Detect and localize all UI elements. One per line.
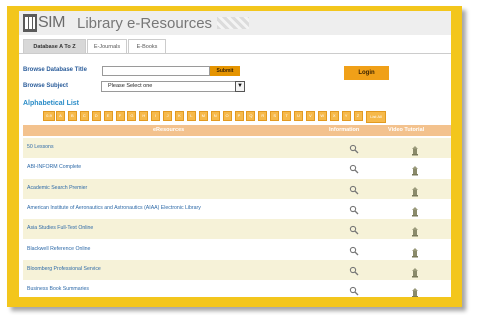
alphabet-letter-w[interactable]: W [317,111,327,121]
resource-link[interactable]: 50 Lessons [27,144,54,150]
alphabet-letter-q[interactable]: Q [246,111,256,121]
resource-link[interactable]: Academic Search Premier [27,185,87,191]
table-row: Business Book Summaries [23,280,451,297]
magnifier-icon[interactable] [349,161,359,174]
alphabetical-list-heading: Alphabetical List [23,100,80,107]
alphabet-letter-k[interactable]: K [175,111,184,121]
video-tutorial-icon[interactable] [411,204,419,217]
browse-subject-label: Browse Subject [23,83,69,89]
header-video-tutorial: Video Tutorial [388,127,425,133]
sim-logo-icon [23,14,37,32]
magnifier-icon[interactable] [349,243,359,255]
alphabet-letter-x[interactable]: X [329,111,339,121]
alphabet-letter-r[interactable]: R [258,111,268,121]
browse-title-input[interactable] [102,66,210,76]
resource-link[interactable]: Bloomberg Professional Service [27,266,101,272]
table-row: Bloomberg Professional Service [23,259,451,280]
alphabet-letter-u[interactable]: U [294,111,303,121]
alphabet-letter-e[interactable]: E [103,111,113,121]
resource-link[interactable]: Asia Studies Full-Text Online [27,225,93,231]
magnifier-icon[interactable] [349,283,359,296]
alphabet-letter-g[interactable]: G [127,111,137,121]
video-tutorial-icon[interactable] [411,163,419,176]
alphabet-letter-s[interactable]: S [270,111,280,121]
magnifier-icon[interactable] [349,141,359,154]
library-panel: SIM Library e-Resources Database A To Z … [19,11,451,297]
tab-divider [19,53,451,54]
resource-link[interactable]: Business Book Summaries [27,286,89,292]
table-row: Asia Studies Full-Text Online [23,219,451,240]
table-row: 50 Lessons [23,138,451,158]
magnifier-icon[interactable] [349,263,359,276]
alphabet-letter-n[interactable]: N [210,111,220,121]
alphabet-letter-h[interactable]: H [139,111,149,121]
subject-select[interactable]: Please Select one ▼ [101,81,245,92]
video-tutorial-icon[interactable] [411,224,419,237]
subject-selected-value: Please Select one [108,83,153,89]
alphabet-letter-o[interactable]: O [222,111,232,121]
video-tutorial-icon[interactable] [411,285,419,297]
page-title: Library e-Resources [77,15,213,32]
brand-text: SIM [38,14,65,31]
list-all-button[interactable]: List All [366,111,386,123]
alphabet-letter-a[interactable]: A [56,111,65,121]
alphabet-letter-b[interactable]: B [67,111,77,121]
chevron-down-icon[interactable]: ▼ [235,81,245,92]
table-row: ABI-INFORM Complete [23,158,451,179]
magnifier-icon[interactable] [349,182,359,195]
magnifier-icon[interactable] [349,222,359,235]
table-row: Blackwell Reference Online [23,239,451,260]
alphabet-letter-c[interactable]: C [79,111,89,121]
header-eresources: eResources [153,127,185,133]
table-row: American Institute of Aeronautics and As… [23,198,451,219]
tab-database-a-to-z[interactable]: Database A To Z [23,39,86,53]
header-decoration [217,17,249,29]
alphabet-letter-d[interactable]: D [91,111,101,121]
tab-e-journals[interactable]: E-Journals [87,39,127,53]
alphabet-letter-t[interactable]: T [282,111,292,121]
resource-link[interactable]: Blackwell Reference Online [27,246,90,252]
alphabet-letter-v[interactable]: V [305,111,315,121]
magnifier-icon[interactable] [349,202,359,215]
alphabet-letter-p[interactable]: P [234,111,244,121]
table-row: Academic Search Premier [23,178,451,199]
alphabet-letter-z[interactable]: Z [353,111,363,121]
alphabet-letter-m[interactable]: M [198,111,208,121]
header-bar: SIM Library e-Resources [19,11,451,35]
video-tutorial-icon[interactable] [411,265,419,278]
alphabet-letter-y[interactable]: Y [341,111,351,121]
login-button[interactable]: Login [344,66,389,80]
resource-link[interactable]: ABI-INFORM Complete [27,164,81,170]
video-tutorial-icon[interactable] [411,184,419,197]
alphabet-letter-i[interactable]: I [151,111,161,121]
submit-button[interactable]: Submit [210,66,240,76]
video-tutorial-icon[interactable] [411,245,419,257]
alphabet-letter-0-9[interactable]: 0-9 [43,111,55,121]
alphabet-letter-l[interactable]: L [186,111,196,121]
header-information: Information [329,127,360,133]
resource-link[interactable]: American Institute of Aeronautics and As… [27,205,201,211]
alphabet-letter-f[interactable]: F [115,111,125,121]
video-tutorial-icon[interactable] [411,143,419,156]
browse-title-label: Browse Database Title [23,67,87,73]
table-header: eResources Information Video Tutorial [23,125,451,136]
alphabet-letter-j[interactable]: J [163,111,173,121]
tab-e-books[interactable]: E-Books [128,39,166,53]
